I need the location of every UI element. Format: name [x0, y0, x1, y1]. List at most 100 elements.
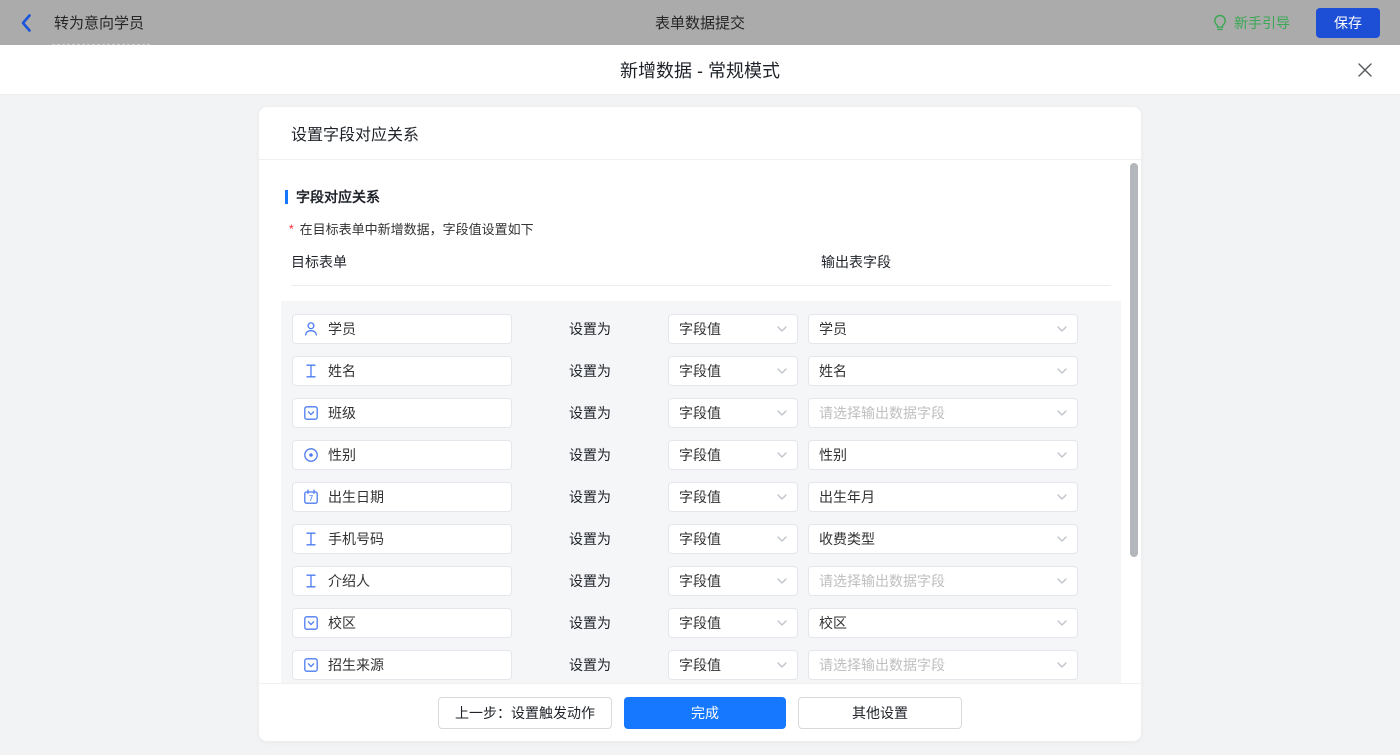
set-as-label: 设置为 — [569, 657, 611, 673]
value-mode-select-value: 字段值 — [679, 363, 721, 379]
target-field-label: 校区 — [328, 615, 356, 631]
field-mapping-row: 手机号码 设置为 字段值 收费类型 — [292, 524, 1121, 554]
output-field-select[interactable]: 请选择输出数据字段 — [808, 398, 1078, 428]
output-field-select[interactable]: 姓名 — [808, 356, 1078, 386]
output-field-select-value: 出生年月 — [819, 489, 875, 505]
value-mode-select[interactable]: 字段值 — [668, 650, 798, 680]
value-mode-select-value: 字段值 — [679, 615, 721, 631]
back-chevron-icon[interactable] — [20, 13, 34, 33]
column-headers: 目标表单 输出表字段 — [291, 252, 1111, 286]
value-mode-select[interactable]: 字段值 — [668, 356, 798, 386]
target-field-label: 出生日期 — [328, 489, 384, 505]
save-button[interactable]: 保存 — [1316, 7, 1380, 38]
output-field-select-value: 校区 — [819, 615, 847, 631]
select-icon — [303, 615, 319, 631]
chevron-down-icon — [1057, 662, 1067, 668]
output-field-select[interactable]: 校区 — [808, 608, 1078, 638]
panel-body: 字段对应关系 * 在目标表单中新增数据，字段值设置如下 目标表单 输出表字段 学… — [259, 160, 1141, 683]
value-mode-select-value: 字段值 — [679, 405, 721, 421]
beginner-guide-label: 新手引导 — [1234, 14, 1290, 31]
output-field-select-value: 姓名 — [819, 363, 847, 379]
value-mode-select-value: 字段值 — [679, 447, 721, 463]
field-mapping-row: 介绍人 设置为 字段值 请选择输出数据字段 — [292, 566, 1121, 596]
field-mapping-row: 7 出生日期 设置为 字段值 出生年月 — [292, 482, 1121, 512]
output-field-select[interactable]: 请选择输出数据字段 — [808, 566, 1078, 596]
output-field-select-value: 请选择输出数据字段 — [819, 405, 945, 421]
value-mode-select[interactable]: 字段值 — [668, 482, 798, 512]
chevron-down-icon — [777, 452, 787, 458]
close-icon[interactable] — [1356, 61, 1374, 79]
text-icon — [303, 531, 319, 547]
beginner-guide-link[interactable]: 新手引导 — [1212, 13, 1290, 33]
value-mode-select-value: 字段值 — [679, 531, 721, 547]
value-mode-select[interactable]: 字段值 — [668, 566, 798, 596]
field-mapping-row: 性别 设置为 字段值 性别 — [292, 440, 1121, 470]
target-field-label: 性别 — [328, 447, 356, 463]
select-icon — [303, 405, 319, 421]
output-field-select[interactable]: 请选择输出数据字段 — [808, 650, 1078, 680]
field-mapping-row: 校区 设置为 字段值 校区 — [292, 608, 1121, 638]
column-header-output-field: 输出表字段 — [821, 254, 891, 270]
scrollbar-thumb[interactable] — [1130, 163, 1138, 557]
chevron-down-icon — [1057, 494, 1067, 500]
chevron-down-icon — [777, 620, 787, 626]
value-mode-select[interactable]: 字段值 — [668, 398, 798, 428]
section-title: 字段对应关系 — [285, 187, 1141, 207]
output-field-select[interactable]: 性别 — [808, 440, 1078, 470]
modal-title: 新增数据 - 常规模式 — [620, 60, 780, 81]
chevron-down-icon — [777, 494, 787, 500]
chevron-down-icon — [1057, 368, 1067, 374]
topbar: 转为意向学员 表单数据提交 新手引导 保存 — [0, 0, 1400, 45]
output-field-select[interactable]: 出生年月 — [808, 482, 1078, 512]
section-description: * 在目标表单中新增数据，字段值设置如下 — [289, 219, 1141, 238]
modal-header: 新增数据 - 常规模式 — [0, 45, 1400, 95]
set-as-label: 设置为 — [569, 489, 611, 505]
finish-button[interactable]: 完成 — [624, 696, 786, 729]
section-description-text: 在目标表单中新增数据，字段值设置如下 — [299, 222, 534, 237]
field-mapping-row: 班级 设置为 字段值 请选择输出数据字段 — [292, 398, 1121, 428]
field-mapping-row: 学员 设置为 字段值 学员 — [292, 314, 1121, 344]
chevron-down-icon — [1057, 578, 1067, 584]
value-mode-select-value: 字段值 — [679, 657, 721, 673]
target-field-box: 手机号码 — [292, 524, 512, 554]
chevron-down-icon — [777, 536, 787, 542]
output-field-select-value: 请选择输出数据字段 — [819, 657, 945, 673]
output-field-select-value: 学员 — [819, 321, 847, 337]
value-mode-select[interactable]: 字段值 — [668, 524, 798, 554]
required-asterisk: * — [289, 221, 294, 236]
person-icon — [303, 321, 319, 337]
previous-step-button[interactable]: 上一步：设置触发动作 — [438, 696, 612, 729]
output-field-select[interactable]: 收费类型 — [808, 524, 1078, 554]
chevron-down-icon — [777, 578, 787, 584]
panel-header: 设置字段对应关系 — [259, 107, 1141, 160]
target-field-label: 招生来源 — [328, 657, 384, 673]
date-icon: 7 — [303, 489, 319, 505]
output-field-select-value: 性别 — [819, 447, 847, 463]
other-settings-button[interactable]: 其他设置 — [798, 696, 962, 729]
target-field-label: 学员 — [328, 321, 356, 337]
rows-list: 学员 设置为 字段值 学员 姓名 设置为 字段值 姓名 班级 设置为 字段值 请… — [281, 301, 1121, 683]
text-icon — [303, 363, 319, 379]
flow-title[interactable]: 转为意向学员 — [51, 12, 151, 45]
target-field-label: 姓名 — [328, 363, 356, 379]
select-icon — [303, 657, 319, 673]
target-field-label: 手机号码 — [328, 531, 384, 547]
target-field-box: 姓名 — [292, 356, 512, 386]
set-as-label: 设置为 — [569, 573, 611, 589]
chevron-down-icon — [777, 410, 787, 416]
target-field-label: 介绍人 — [328, 573, 370, 589]
target-field-box: 校区 — [292, 608, 512, 638]
chevron-down-icon — [1057, 410, 1067, 416]
value-mode-select[interactable]: 字段值 — [668, 608, 798, 638]
radio-icon — [303, 447, 319, 463]
value-mode-select[interactable]: 字段值 — [668, 314, 798, 344]
set-as-label: 设置为 — [569, 615, 611, 631]
set-as-label: 设置为 — [569, 447, 611, 463]
chevron-down-icon — [777, 662, 787, 668]
target-field-label: 班级 — [328, 405, 356, 421]
target-field-box: 招生来源 — [292, 650, 512, 680]
value-mode-select[interactable]: 字段值 — [668, 440, 798, 470]
target-field-box: 性别 — [292, 440, 512, 470]
svg-text:7: 7 — [309, 494, 314, 503]
output-field-select[interactable]: 学员 — [808, 314, 1078, 344]
